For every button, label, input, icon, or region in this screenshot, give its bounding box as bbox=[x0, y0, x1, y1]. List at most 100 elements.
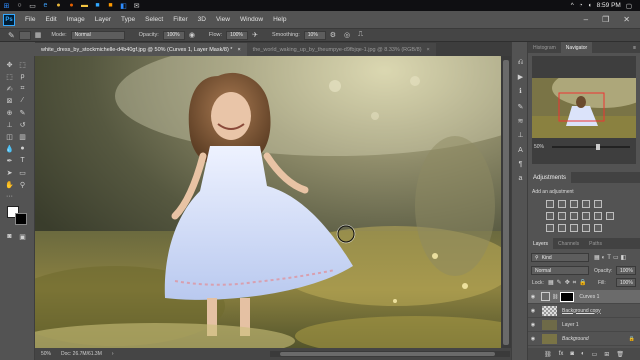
search-icon[interactable]: ○ bbox=[13, 1, 26, 10]
network-icon[interactable]: ◔ bbox=[579, 2, 583, 9]
menu-view[interactable]: View bbox=[211, 16, 235, 23]
add-mask-icon[interactable]: ◙ bbox=[570, 351, 574, 357]
symmetry-icon[interactable]: ⎍ bbox=[358, 31, 363, 39]
new-adjustment-icon[interactable]: ◐ bbox=[581, 351, 585, 357]
opacity-field[interactable]: 100% bbox=[162, 30, 185, 40]
menu-type[interactable]: Type bbox=[116, 16, 140, 23]
airbrush-icon[interactable]: ✈ bbox=[252, 31, 258, 39]
fx-icon[interactable]: fx bbox=[559, 351, 564, 357]
notification-icon[interactable]: ^ bbox=[571, 2, 574, 9]
tab-close-icon[interactable]: × bbox=[427, 47, 430, 53]
clock[interactable]: 8:59 PM bbox=[597, 2, 621, 9]
tab-paths[interactable]: Paths bbox=[584, 238, 607, 249]
artboard-tool-icon[interactable]: ⬚ bbox=[18, 60, 27, 69]
horizontal-scrollbar[interactable] bbox=[270, 351, 510, 357]
brightness-contrast-icon[interactable] bbox=[546, 200, 554, 208]
edit-toolbar-icon[interactable]: ··· bbox=[5, 192, 14, 201]
threshold-icon[interactable] bbox=[570, 224, 578, 232]
pressure-size-icon[interactable]: ◎ bbox=[344, 31, 350, 39]
visibility-eye-icon[interactable]: ◉ bbox=[528, 336, 538, 342]
gradient-tool-icon[interactable]: ▥ bbox=[18, 132, 27, 141]
black-white-icon[interactable] bbox=[570, 212, 578, 220]
photoshop-icon[interactable]: ■ bbox=[91, 1, 104, 10]
brush-size-picker[interactable] bbox=[18, 30, 31, 40]
character-icon[interactable]: A bbox=[516, 146, 525, 155]
channel-mixer-icon[interactable] bbox=[594, 212, 602, 220]
invert-icon[interactable] bbox=[546, 224, 554, 232]
lasso-tool-icon[interactable]: ρ bbox=[18, 72, 27, 81]
photo-filter-icon[interactable] bbox=[582, 212, 590, 220]
firefox-icon[interactable]: ● bbox=[65, 1, 78, 10]
tab-histogram[interactable]: Histogram bbox=[528, 42, 561, 53]
zoom-tool-icon[interactable]: ⚲ bbox=[18, 180, 27, 189]
glyphs-icon[interactable]: a bbox=[516, 174, 525, 183]
quick-select-tool-icon[interactable]: ✍ bbox=[5, 84, 14, 93]
navigator-zoom-slider[interactable] bbox=[552, 144, 630, 150]
layer-row-background-copy[interactable]: ◉ Background copy bbox=[528, 304, 640, 318]
tab-world-waking-up[interactable]: the_world_waking_up_by_theumpye-d9fbjqe-… bbox=[246, 43, 436, 56]
menu-edit[interactable]: Edit bbox=[40, 16, 61, 23]
visibility-eye-icon[interactable]: ◉ bbox=[528, 308, 538, 314]
edge-icon[interactable]: e bbox=[39, 1, 52, 10]
new-group-icon[interactable]: ▭ bbox=[592, 351, 598, 358]
zoom-slider-handle[interactable] bbox=[596, 144, 600, 150]
color-balance-icon[interactable] bbox=[558, 212, 566, 220]
menu-image[interactable]: Image bbox=[62, 16, 90, 23]
chrome-icon[interactable]: ● bbox=[52, 1, 65, 10]
eyedropper-tool-icon[interactable]: ⁄ bbox=[18, 96, 27, 105]
trash-icon[interactable]: 🗑 bbox=[616, 351, 624, 358]
info-icon[interactable]: ℹ bbox=[516, 86, 525, 95]
posterize-icon[interactable] bbox=[558, 224, 566, 232]
marquee-tool-icon[interactable]: ⬚ bbox=[5, 72, 14, 81]
hue-saturation-icon[interactable] bbox=[546, 212, 554, 220]
blur-tool-icon[interactable]: 💧 bbox=[5, 144, 14, 153]
visibility-eye-icon[interactable]: ◉ bbox=[528, 322, 538, 328]
action-center-icon[interactable]: ▢ bbox=[626, 2, 632, 10]
status-arrow-icon[interactable]: › bbox=[112, 351, 114, 357]
actions-icon[interactable]: ▶ bbox=[516, 72, 525, 81]
layer-row-layer-1[interactable]: ◉ Layer 1 bbox=[528, 318, 640, 332]
gradient-map-icon[interactable] bbox=[594, 224, 602, 232]
pen-tool-icon[interactable]: ✒ bbox=[5, 156, 14, 165]
dodge-tool-icon[interactable]: ● bbox=[18, 144, 27, 153]
new-layer-icon[interactable]: ⊞ bbox=[604, 351, 609, 358]
visibility-eye-icon[interactable]: ◉ bbox=[528, 294, 538, 300]
hscroll-thumb[interactable] bbox=[280, 352, 495, 356]
selective-color-icon[interactable] bbox=[582, 224, 590, 232]
smoothing-field[interactable]: 10% bbox=[303, 30, 326, 40]
lock-icons[interactable]: ▦✎✥⌗🔒 bbox=[548, 279, 590, 287]
quick-mask-icon[interactable]: ◙ bbox=[5, 232, 14, 241]
brush-settings-panel-icon[interactable]: ✎ bbox=[516, 102, 525, 111]
layer-kind-filter[interactable]: ⚲ Kind bbox=[531, 253, 589, 262]
fill-field[interactable]: 100% bbox=[616, 278, 636, 287]
close-window-button[interactable]: ✕ bbox=[623, 15, 630, 24]
levels-icon[interactable] bbox=[558, 200, 566, 208]
minimize-button[interactable]: – bbox=[584, 15, 588, 24]
brushes-icon[interactable]: ≋ bbox=[516, 116, 525, 125]
store-icon[interactable]: ◧ bbox=[117, 1, 130, 10]
explorer-icon[interactable]: ▬ bbox=[78, 1, 91, 10]
crop-tool-icon[interactable]: ⌗ bbox=[18, 84, 27, 93]
vertical-scrollbar[interactable] bbox=[501, 56, 511, 348]
mail-icon[interactable]: ✉ bbox=[130, 1, 143, 10]
tab-layers[interactable]: Layers bbox=[528, 238, 554, 249]
tab-channels[interactable]: Channels bbox=[553, 238, 584, 249]
maximize-button[interactable]: ❐ bbox=[602, 15, 609, 24]
navigator-thumbnail[interactable] bbox=[532, 78, 636, 138]
vibrance-icon[interactable] bbox=[594, 200, 602, 208]
pressure-opacity-icon[interactable]: ◉ bbox=[189, 31, 195, 39]
menu-3d[interactable]: 3D bbox=[193, 16, 211, 23]
menu-select[interactable]: Select bbox=[140, 16, 168, 23]
brush-tool-active-icon[interactable]: ✎ bbox=[18, 108, 27, 117]
illustrator-icon[interactable]: ■ bbox=[104, 1, 117, 10]
tab-navigator[interactable]: Navigator bbox=[560, 42, 593, 53]
tab-adjustments[interactable]: Adjustments bbox=[528, 172, 572, 183]
document-canvas[interactable] bbox=[35, 56, 501, 348]
task-view-icon[interactable]: ▭ bbox=[26, 1, 39, 10]
menu-filter[interactable]: Filter bbox=[168, 16, 192, 23]
menu-window[interactable]: Window bbox=[235, 16, 268, 23]
paragraph-icon[interactable]: ¶ bbox=[516, 160, 525, 169]
layer-row-background[interactable]: ◉ Background 🔒 bbox=[528, 332, 640, 346]
curves-icon[interactable] bbox=[570, 200, 578, 208]
tab-close-icon[interactable]: × bbox=[237, 47, 240, 53]
